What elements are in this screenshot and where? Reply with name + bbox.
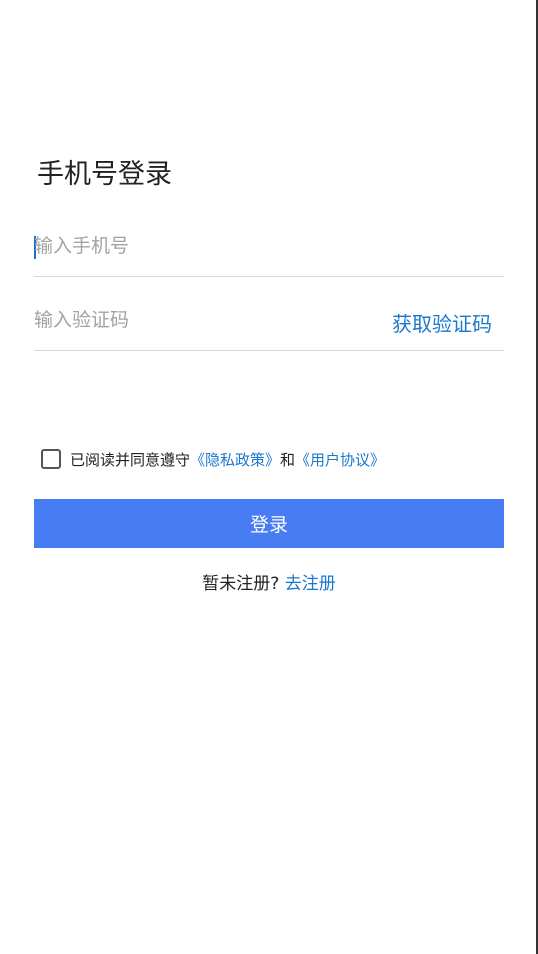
user-agreement-link[interactable]: 《用户协议》	[295, 449, 385, 470]
phone-input[interactable]	[34, 226, 374, 266]
login-button-label: 登录	[249, 514, 288, 536]
phone-field	[34, 226, 504, 277]
agreement-checkbox[interactable]	[41, 449, 61, 469]
verification-code-field: 获取验证码	[34, 300, 504, 351]
agreement-connector: 和	[280, 450, 296, 469]
register-row: 暂未注册? 去注册	[0, 569, 538, 594]
privacy-policy-link[interactable]: 《隐私政策》	[190, 449, 280, 470]
login-screen: 手机号登录 获取验证码 已阅读并同意遵守 《隐私政策》 和 《用户协议》 登录 …	[0, 0, 538, 954]
register-link[interactable]: 去注册	[285, 574, 336, 594]
register-prompt: 暂未注册?	[202, 574, 285, 594]
agreement-row: 已阅读并同意遵守 《隐私政策》 和 《用户协议》	[41, 448, 385, 470]
verification-code-input[interactable]	[34, 300, 374, 340]
agreement-prefix: 已阅读并同意遵守	[70, 450, 191, 469]
login-button[interactable]: 登录	[34, 499, 504, 548]
page-title: 手机号登录	[37, 159, 172, 190]
get-code-button[interactable]: 获取验证码	[392, 308, 492, 337]
